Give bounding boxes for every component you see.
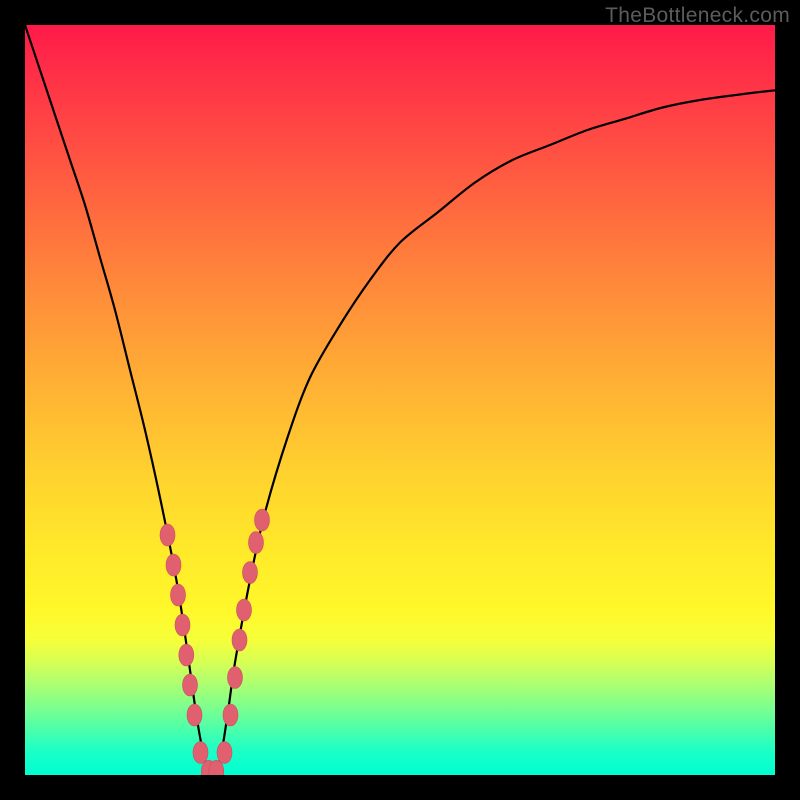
data-marker (171, 584, 186, 606)
data-marker (249, 532, 264, 554)
chart-frame: TheBottleneck.com (0, 0, 800, 800)
bottleneck-curve (25, 25, 775, 775)
data-marker (166, 554, 181, 576)
data-marker (232, 629, 247, 651)
data-marker (160, 524, 175, 546)
plot-area (25, 25, 775, 775)
data-marker (179, 644, 194, 666)
marker-group (160, 509, 270, 775)
watermark-text: TheBottleneck.com (605, 4, 790, 28)
data-marker (243, 562, 258, 584)
chart-svg (25, 25, 775, 775)
data-marker (228, 667, 243, 689)
data-marker (193, 742, 208, 764)
data-marker (255, 509, 270, 531)
data-marker (237, 599, 252, 621)
data-marker (187, 704, 202, 726)
data-marker (175, 614, 190, 636)
data-marker (223, 704, 238, 726)
data-marker (183, 674, 198, 696)
data-marker (217, 742, 232, 764)
